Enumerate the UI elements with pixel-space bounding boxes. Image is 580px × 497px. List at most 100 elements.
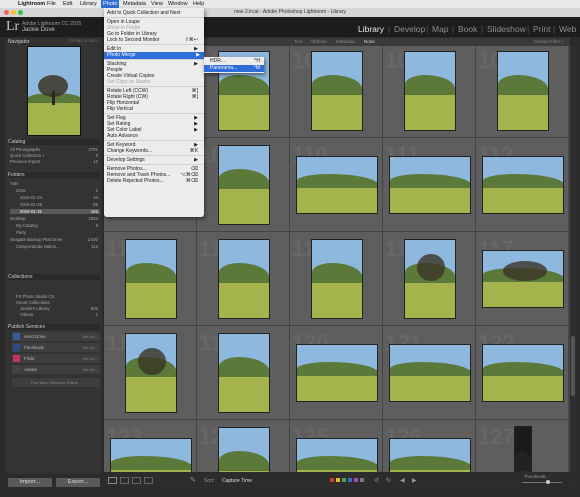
- color-label-swatch[interactable]: [360, 478, 364, 482]
- photo-menu-item[interactable]: Change Keywords... ⌘K: [107, 148, 202, 155]
- menu-metadata[interactable]: Metadata: [123, 1, 146, 7]
- photo-menu-item[interactable]: Photo Merge ▶: [104, 52, 204, 59]
- photo-menu-item[interactable]: Delete Rejected Photos... ⌘⌫: [107, 178, 202, 185]
- module-develop[interactable]: Develop: [394, 24, 425, 34]
- photo-thumbnail[interactable]: [482, 157, 563, 213]
- photo-thumbnail[interactable]: [296, 345, 377, 401]
- photo-thumbnail[interactable]: [218, 240, 269, 318]
- photo-thumbnail[interactable]: [482, 345, 563, 401]
- panel-row[interactable]: FX Photo Studio CK: [10, 294, 100, 299]
- photo-menu-item[interactable]: Auto Advance: [107, 133, 202, 140]
- panel-row[interactable]: Videos 1: [10, 312, 100, 317]
- folders-header[interactable]: Folders: [8, 172, 100, 178]
- menu-file[interactable]: File: [47, 1, 56, 7]
- menu-library[interactable]: Library: [80, 1, 97, 7]
- publish-service-facebook[interactable]: Facebook Set Up...: [12, 343, 100, 352]
- panel-row[interactable]: Party: [10, 230, 100, 235]
- menu-photo[interactable]: Photo: [101, 0, 120, 8]
- panel-row[interactable]: Seagate Backup Plus Drive 1/100: [10, 237, 100, 242]
- photo-thumbnail[interactable]: [125, 334, 176, 412]
- photo-thumbnail[interactable]: [389, 157, 470, 213]
- photo-thumbnail[interactable]: [389, 439, 470, 472]
- zoom-window-icon[interactable]: [18, 10, 23, 15]
- photo-thumbnail[interactable]: [404, 240, 455, 318]
- photo-menu-item[interactable]: Add to Quick Collection and Next: [107, 10, 202, 17]
- loupe-view-icon[interactable]: [120, 477, 129, 484]
- module-print[interactable]: Print: [533, 24, 550, 34]
- import-button[interactable]: Import...: [8, 478, 52, 487]
- close-window-icon[interactable]: [4, 10, 9, 15]
- photo-merge-panorama-item[interactable]: Panorama... ^M: [204, 65, 264, 72]
- panel-row[interactable]: Smart Collections: [10, 300, 100, 305]
- navigator-zoom-options[interactable]: FIT FILL 1:1 3:1 ÷: [70, 39, 98, 43]
- filter-preset[interactable]: Custom Filter ÷: [534, 39, 564, 44]
- panel-row[interactable]: 2016-01-31 162: [10, 209, 100, 214]
- filter-tab-metadata[interactable]: Metadata: [336, 39, 355, 44]
- rotate-right-icon[interactable]: ↻: [386, 477, 391, 484]
- menu-help[interactable]: Help: [193, 1, 204, 7]
- panel-row[interactable]: Previous Import 12: [10, 159, 100, 164]
- menu-edit[interactable]: Edit: [63, 1, 72, 7]
- color-label-swatch[interactable]: [354, 478, 358, 482]
- photo-thumbnail[interactable]: [296, 157, 377, 213]
- rotate-left-icon[interactable]: ↺: [374, 477, 379, 484]
- color-label-swatch[interactable]: [342, 478, 346, 482]
- panel-row[interactable]: 2016-01-24 44: [10, 195, 100, 200]
- panel-row[interactable]: All Photographs 2701: [10, 147, 100, 152]
- menu-view[interactable]: View: [151, 1, 163, 7]
- panel-row[interactable]: Jackie's Library 902: [10, 306, 100, 311]
- color-label-swatch[interactable]: [348, 478, 352, 482]
- photo-thumbnail[interactable]: [404, 52, 455, 130]
- photo-thumbnail[interactable]: [296, 439, 377, 472]
- module-web[interactable]: Web: [559, 24, 576, 34]
- previous-arrow-icon[interactable]: ◀: [400, 477, 405, 484]
- grid-scrollbar[interactable]: [570, 46, 576, 472]
- grid-view-icon[interactable]: [108, 477, 117, 484]
- menu-lightroom[interactable]: Lightroom: [18, 1, 45, 7]
- collections-header[interactable]: Collections: [8, 274, 100, 280]
- publish-service-adobe[interactable]: Adobe Set Up...: [12, 365, 100, 374]
- color-label-swatch[interactable]: [330, 478, 334, 482]
- photo-thumbnail[interactable]: [110, 439, 191, 472]
- photo-thumbnail[interactable]: [218, 334, 269, 412]
- color-label-swatch[interactable]: [336, 478, 340, 482]
- panel-row[interactable]: Yuki: [10, 181, 100, 186]
- thumbnail-size-slider[interactable]: [522, 482, 562, 483]
- panel-row[interactable]: 2016-01-25 55: [10, 202, 100, 207]
- photo-menu-item[interactable]: Develop Settings ▶: [107, 157, 202, 164]
- thumbnail-size-handle[interactable]: [546, 480, 550, 484]
- photo-thumbnail[interactable]: [389, 345, 470, 401]
- survey-view-icon[interactable]: [144, 477, 153, 484]
- photo-merge-hdr-item[interactable]: HDR... ^H: [204, 58, 264, 65]
- photo-thumbnail[interactable]: [311, 52, 362, 130]
- photo-thumbnail[interactable]: [482, 251, 563, 307]
- navigator-preview[interactable]: [28, 47, 80, 135]
- next-arrow-icon[interactable]: ▶: [412, 477, 417, 484]
- panel-row[interactable]: My Catalog 5: [10, 223, 100, 228]
- service-setup-link[interactable]: Set Up...: [82, 345, 98, 350]
- photo-thumbnail[interactable]: [514, 427, 531, 472]
- spray-can-icon[interactable]: ✎: [190, 476, 196, 484]
- compare-view-icon[interactable]: [132, 477, 141, 484]
- find-more-services-button[interactable]: Find More Services Online...: [12, 378, 100, 387]
- photo-thumbnail[interactable]: [125, 240, 176, 318]
- publish-service-flickr[interactable]: Flickr Set Up...: [12, 354, 100, 363]
- service-setup-link[interactable]: Set Up...: [82, 334, 98, 339]
- photo-thumbnail[interactable]: [497, 52, 548, 130]
- panel-row[interactable]: Quick Collection + 0: [10, 153, 100, 158]
- photo-menu-item[interactable]: Lock to Second Monitor ⇧⌘↩: [107, 37, 202, 44]
- service-setup-link[interactable]: Set Up...: [82, 367, 98, 372]
- filter-tab-none[interactable]: None: [364, 39, 375, 44]
- menu-window[interactable]: Window: [168, 1, 188, 7]
- panel-row[interactable]: 2016 1: [10, 188, 100, 193]
- photo-thumbnail[interactable]: [218, 428, 269, 472]
- minimize-window-icon[interactable]: [11, 10, 16, 15]
- photo-thumbnail[interactable]: [311, 240, 362, 318]
- filter-tab-attribute[interactable]: Attribute: [310, 39, 327, 44]
- scrollbar-thumb[interactable]: [571, 336, 575, 396]
- export-button[interactable]: Export...: [56, 478, 100, 487]
- photo-menu-item[interactable]: Flip Vertical: [107, 106, 202, 113]
- publish-services-header[interactable]: Publish Services: [8, 324, 100, 330]
- filter-tab-text[interactable]: Text: [294, 39, 302, 44]
- navigator-header[interactable]: Navigator FIT FILL 1:1 3:1 ÷: [8, 39, 100, 45]
